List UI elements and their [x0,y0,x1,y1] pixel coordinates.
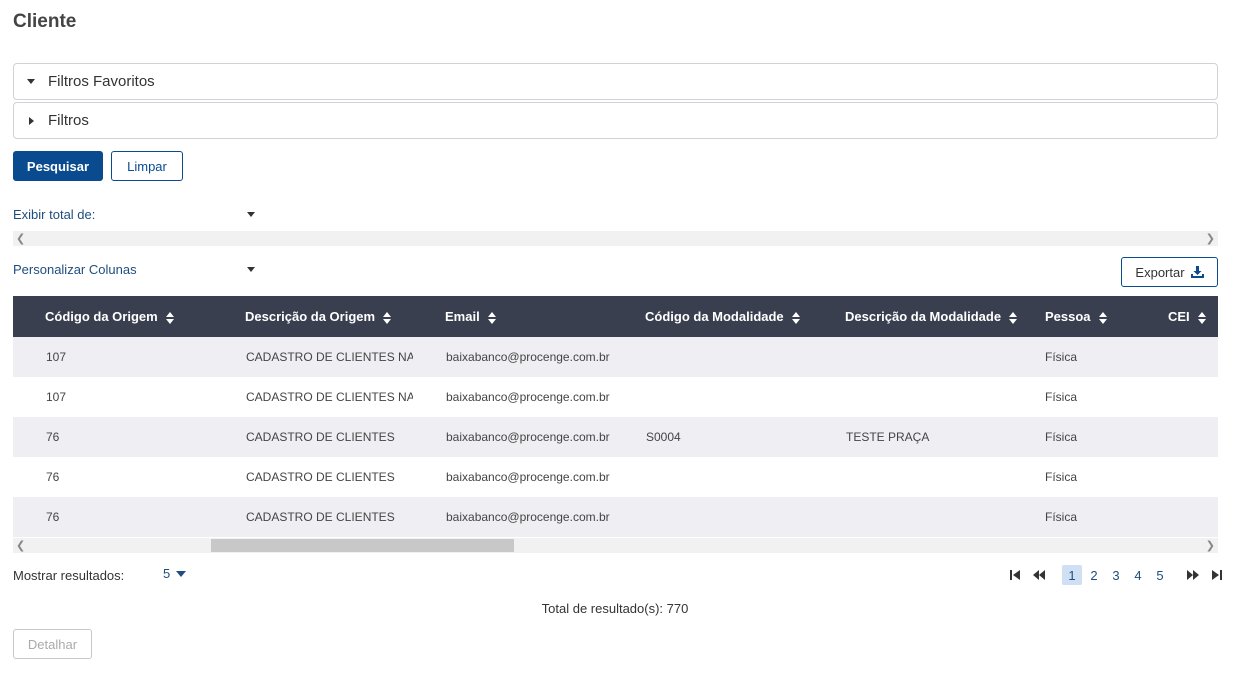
sort-icon[interactable] [487,311,497,324]
scroll-right-icon[interactable]: ❯ [1206,539,1215,552]
cell-modality-code: S0004 [613,417,813,457]
favorite-filters-accordion[interactable]: Filtros Favoritos [13,63,1218,100]
table-row[interactable]: 76 CADASTRO DE CLIENTES baixabanco@proce… [13,417,1218,457]
cell-origin-code: 76 [13,497,213,537]
caret-right-icon [14,116,48,125]
table-row[interactable]: 107 CADASTRO DE CLIENTES NA WEB baixaban… [13,337,1218,377]
cell-modality-code [613,337,813,377]
filters-label: Filtros [48,112,89,129]
cell-email: baixabanco@procenge.com.br [413,417,613,457]
column-header-origin-description[interactable]: Descrição da Origem [213,296,413,337]
cell-person: Física [1013,337,1133,377]
page-title: Cliente [13,11,77,32]
cell-origin-code: 76 [13,417,213,457]
cell-modality-code [613,377,813,417]
column-header-modality-code[interactable]: Código da Modalidade [613,296,813,337]
scroll-left-icon[interactable]: ❮ [16,539,25,552]
page-button-2[interactable]: 2 [1084,565,1104,585]
favorite-filters-label: Filtros Favoritos [48,73,155,90]
cell-origin-code: 107 [13,337,213,377]
cell-origin-description: CADASTRO DE CLIENTES NA WEB [213,377,413,417]
page-button-1[interactable]: 1 [1062,565,1082,585]
display-total-label: Exibir total de: [13,206,96,222]
download-icon [1190,266,1204,278]
top-horizontal-scrollbar[interactable]: ❮ ❯ [13,231,1218,246]
cell-origin-description: CADASTRO DE CLIENTES NA WEB [213,337,413,377]
cell-modality-code [613,497,813,537]
page-size-select[interactable]: 5 [163,566,187,581]
column-header-modality-description[interactable]: Descrição da Modalidade [813,296,1018,337]
scrollbar-thumb[interactable] [211,539,514,552]
cell-modality-description [813,497,1013,537]
page-button-4[interactable]: 4 [1128,565,1148,585]
filters-accordion[interactable]: Filtros [13,102,1218,139]
caret-down-icon [14,79,48,84]
table-horizontal-scrollbar[interactable]: ❮ ❯ [13,538,1218,553]
last-page-icon[interactable] [1206,565,1228,585]
cell-person: Física [1013,497,1133,537]
next-page-icon[interactable] [1182,565,1204,585]
detail-button[interactable]: Detalhar [13,629,92,659]
chevron-down-icon [176,570,187,577]
chevron-down-icon [247,211,255,217]
customize-columns-label: Personalizar Colunas [13,261,137,277]
cell-modality-code [613,457,813,497]
page-button-3[interactable]: 3 [1106,565,1126,585]
scroll-left-icon[interactable]: ❮ [16,232,25,245]
cell-person: Física [1013,377,1133,417]
cell-modality-description [813,337,1013,377]
cell-cei [1133,417,1218,457]
cell-cei [1133,457,1218,497]
clear-button[interactable]: Limpar [111,151,183,181]
customize-columns-select[interactable]: Personalizar Colunas [13,259,258,279]
table-header-row: Código da Origem Descrição da Origem Ema… [13,296,1218,337]
cell-origin-description: CADASTRO DE CLIENTES [213,457,413,497]
cell-email: baixabanco@procenge.com.br [413,497,613,537]
cell-modality-description [813,457,1013,497]
page-size-value: 5 [163,566,171,581]
sort-icon[interactable] [1197,311,1207,324]
table-row[interactable]: 76 CADASTRO DE CLIENTES baixabanco@proce… [13,497,1218,537]
page-button-5[interactable]: 5 [1150,565,1170,585]
sort-icon[interactable] [791,311,801,324]
column-header-person[interactable]: Pessoa [1013,296,1133,337]
export-button[interactable]: Exportar [1121,257,1218,287]
cell-origin-description: CADASTRO DE CLIENTES [213,417,413,457]
total-results: Total de resultado(s): 770 [541,601,689,616]
cell-cei [1133,497,1218,537]
table-row[interactable]: 76 CADASTRO DE CLIENTES baixabanco@proce… [13,457,1218,497]
scroll-right-icon[interactable]: ❯ [1206,232,1215,245]
column-header-cei[interactable]: CEI [1133,296,1218,337]
cell-cei [1133,377,1218,417]
sort-icon[interactable] [383,311,392,324]
first-page-icon[interactable] [1004,565,1026,585]
cell-modality-description: TESTE PRAÇA [813,417,1013,457]
sort-icon[interactable] [1098,311,1108,324]
export-label: Exportar [1135,264,1185,280]
cell-email: baixabanco@procenge.com.br [413,337,613,377]
search-button[interactable]: Pesquisar [13,151,103,181]
cell-origin-description: CADASTRO DE CLIENTES [213,497,413,537]
show-results-label: Mostrar resultados: [13,568,125,583]
table-row[interactable]: 107 CADASTRO DE CLIENTES NA WEB baixaban… [13,377,1218,417]
pagination: 1 2 3 4 5 [1004,565,1228,585]
results-table: Código da Origem Descrição da Origem Ema… [13,296,1218,537]
cell-origin-code: 76 [13,457,213,497]
previous-page-icon[interactable] [1028,565,1050,585]
column-header-email[interactable]: Email [413,296,613,337]
cell-cei [1133,337,1218,377]
cell-email: baixabanco@procenge.com.br [413,377,613,417]
cell-email: baixabanco@procenge.com.br [413,457,613,497]
cell-person: Física [1013,417,1133,457]
sort-icon[interactable] [165,311,175,324]
cell-origin-code: 107 [13,377,213,417]
chevron-down-icon [247,266,255,272]
cell-person: Física [1013,457,1133,497]
display-total-select[interactable]: Exibir total de: [13,204,258,224]
cell-modality-description [813,377,1013,417]
sort-icon[interactable] [1009,311,1018,324]
column-header-origin-code[interactable]: Código da Origem [13,296,213,337]
